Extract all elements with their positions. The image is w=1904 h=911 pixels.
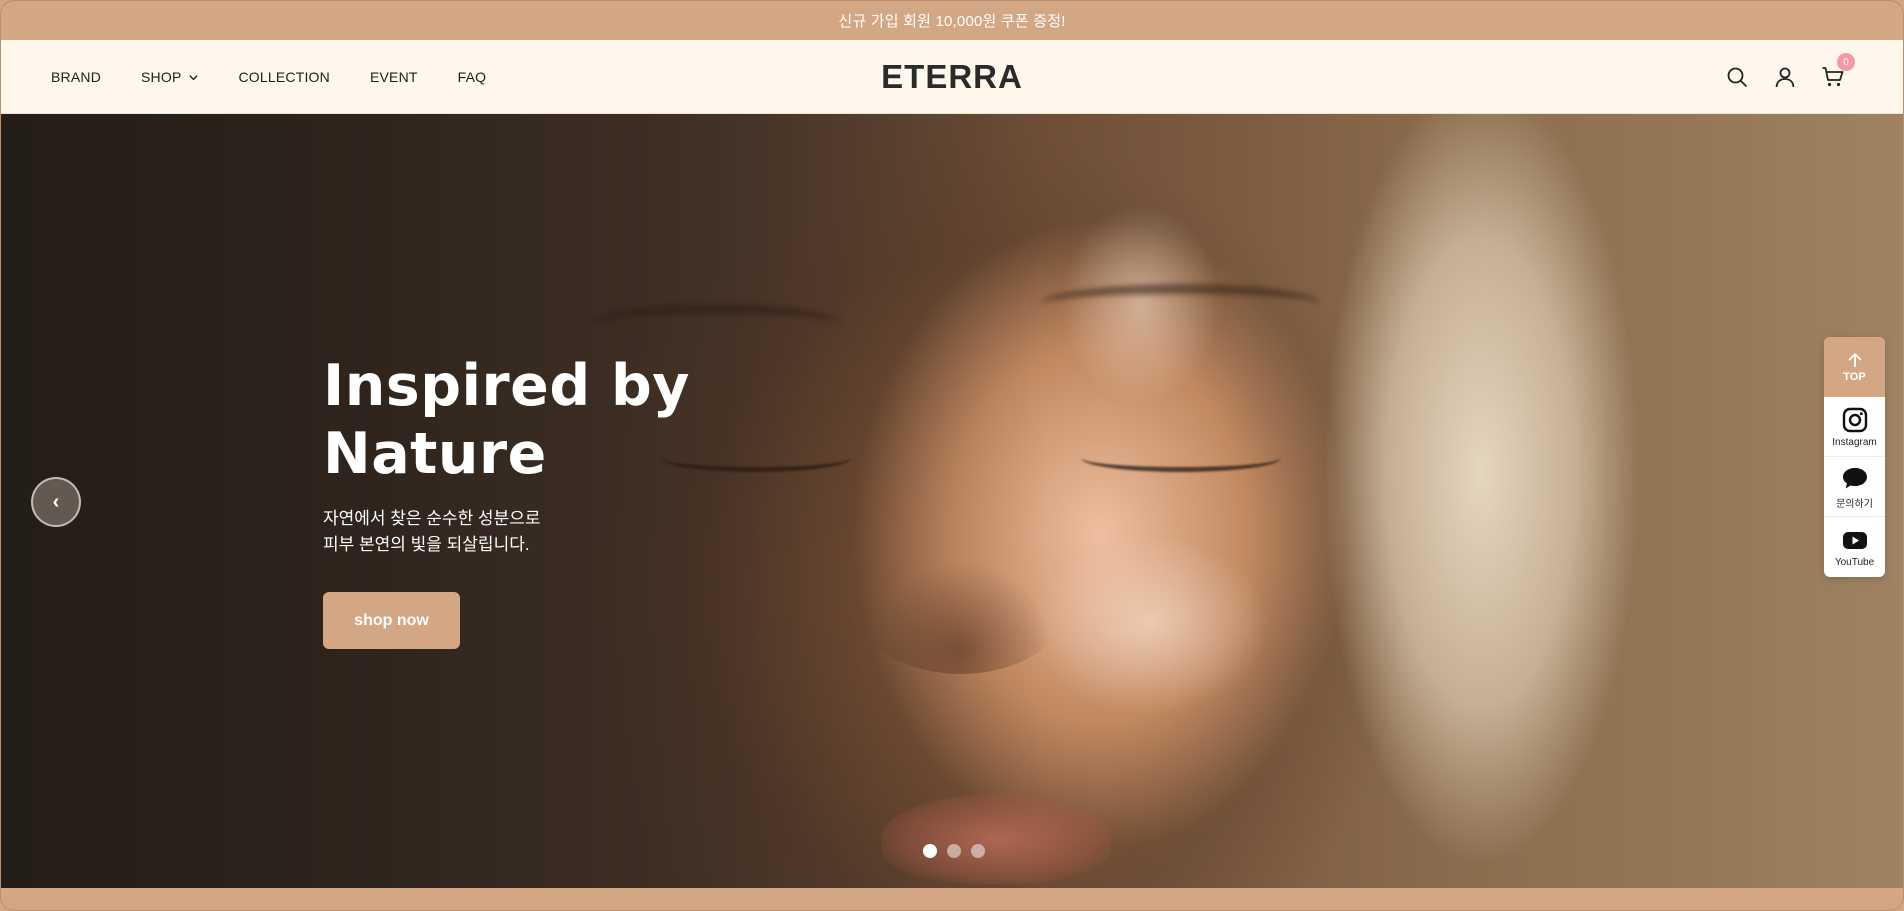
arrow-up-icon xyxy=(1848,353,1861,368)
scroll-top-button[interactable]: TOP xyxy=(1824,337,1885,397)
quick-instagram-label: Instagram xyxy=(1832,436,1877,448)
hero-title: Inspired by Nature xyxy=(323,352,690,488)
hero-subtitle: 자연에서 찾은 순수한 성분으로 피부 본연의 빛을 되살립니다. xyxy=(323,506,690,558)
header-actions: 0 xyxy=(1725,40,1855,114)
nav-faq-label: FAQ xyxy=(457,69,487,85)
nav-collection[interactable]: COLLECTION xyxy=(239,69,330,85)
search-button[interactable] xyxy=(1725,65,1749,89)
nav-brand[interactable]: BRAND xyxy=(51,69,101,85)
quick-inquiry-label: 문의하기 xyxy=(1836,498,1873,510)
nav-event[interactable]: EVENT xyxy=(370,69,418,85)
instagram-icon xyxy=(1842,407,1867,432)
nav-faq[interactable]: FAQ xyxy=(458,69,487,85)
cart-button[interactable]: 0 xyxy=(1821,53,1855,89)
announcement-text: 신규 가입 회원 10,000원 쿠폰 증정! xyxy=(838,13,1066,30)
hero-content: Inspired by Nature 자연에서 찾은 순수한 성분으로 피부 본… xyxy=(323,352,690,649)
nav-collection-label: COLLECTION xyxy=(238,69,330,85)
nav-brand-label: BRAND xyxy=(51,69,102,85)
user-icon xyxy=(1775,67,1795,88)
site-logo[interactable]: ETERRA xyxy=(881,40,1023,114)
slide-dot-3[interactable] xyxy=(971,844,985,858)
nav-event-label: EVENT xyxy=(369,69,418,85)
search-icon xyxy=(1727,67,1747,87)
quick-instagram[interactable]: Instagram xyxy=(1824,397,1885,457)
slide-dot-1[interactable] xyxy=(923,844,937,858)
quick-inquiry[interactable]: 문의하기 xyxy=(1824,457,1885,517)
slide-pagination xyxy=(923,844,985,858)
hero-eyelid-right xyxy=(1081,444,1281,472)
quick-youtube[interactable]: YouTube xyxy=(1824,517,1885,577)
cart-count-badge: 0 xyxy=(1837,53,1855,71)
hero-highlight-cheek xyxy=(1031,534,1271,714)
hero-title-line2: Nature xyxy=(323,421,547,487)
main-nav: BRAND SHOP COLLECTION EVENT FAQ xyxy=(51,40,526,114)
slide-dot-2[interactable] xyxy=(947,844,961,858)
hero-subtitle-line2: 피부 본연의 빛을 되살립니다. xyxy=(323,535,530,554)
prev-slide-button[interactable]: ‹ xyxy=(31,477,81,527)
browser-frame: 신규 가입 회원 10,000원 쿠폰 증정! BRAND SHOP COLLE… xyxy=(0,0,1904,911)
nav-shop-label: SHOP xyxy=(141,69,182,85)
account-button[interactable] xyxy=(1773,65,1797,89)
nav-shop[interactable]: SHOP xyxy=(141,69,198,85)
quick-youtube-label: YouTube xyxy=(1834,557,1875,568)
site-header: BRAND SHOP COLLECTION EVENT FAQ ETERRA 0 xyxy=(1,40,1903,114)
announcement-bar: 신규 가입 회원 10,000원 쿠폰 증정! xyxy=(1,1,1903,40)
chat-icon xyxy=(1842,467,1867,488)
hero-banner: Inspired by Nature 자연에서 찾은 순수한 성분으로 피부 본… xyxy=(1,114,1903,888)
hero-subtitle-line1: 자연에서 찾은 순수한 성분으로 xyxy=(323,509,541,528)
hero-title-line1: Inspired by xyxy=(323,353,690,419)
youtube-icon xyxy=(1842,532,1867,549)
scroll-top-label: TOP xyxy=(1843,371,1866,383)
chevron-down-icon xyxy=(188,74,198,80)
quick-menu: TOP Instagram 문의하기 YouTube xyxy=(1824,337,1885,577)
hero-brow-right xyxy=(1041,284,1321,324)
shop-now-button[interactable]: shop now xyxy=(323,592,460,649)
